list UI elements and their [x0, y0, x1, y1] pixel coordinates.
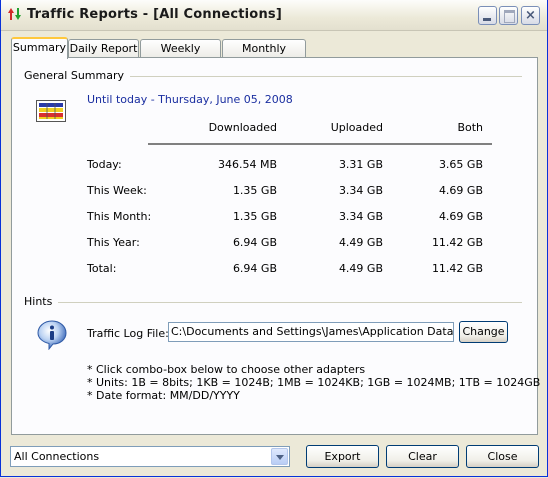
traffic-reports-window: Traffic Reports - [All Connections] × Su… — [0, 0, 548, 477]
hint-line-date-format: * Date format: MM/DD/YYYY — [87, 389, 240, 402]
date-range-text: Until today - Thursday, June 05, 2008 — [87, 93, 293, 106]
hint-line-adapters: * Click combo-box below to choose other … — [87, 363, 366, 376]
tab-summary[interactable]: Summary — [11, 37, 68, 59]
header-separator — [148, 143, 492, 145]
traffic-arrows-icon — [8, 8, 21, 20]
close-window-button[interactable]: × — [521, 6, 540, 25]
cell-today-downloaded: 346.54 MB — [217, 158, 277, 171]
hint-line-units: * Units: 1B = 8bits; 1KB = 1024B; 1MB = … — [87, 376, 541, 389]
cell-week-downloaded: 1.35 GB — [232, 184, 277, 197]
maximize-button[interactable] — [499, 6, 518, 25]
cell-total-both: 11.42 GB — [431, 262, 483, 275]
traffic-log-file-label: Traffic Log File: — [87, 327, 169, 340]
tab-monthly-report[interactable]: Monthly Report — [222, 39, 306, 72]
hints-divider — [25, 302, 522, 303]
window-title: Traffic Reports - [All Connections] — [27, 7, 282, 22]
row-label-total: Total: — [87, 262, 117, 275]
info-icon — [37, 320, 67, 350]
traffic-log-file-field[interactable]: C:\Documents and Settings\James\Applicat… — [168, 322, 454, 342]
cell-month-downloaded: 1.35 GB — [232, 210, 277, 223]
export-button[interactable]: Export — [306, 445, 379, 468]
row-label-this-year: This Year: — [87, 236, 140, 249]
cell-total-uploaded: 4.49 GB — [338, 262, 383, 275]
minimize-button[interactable] — [478, 6, 497, 25]
row-label-this-week: This Week: — [87, 184, 147, 197]
general-summary-heading: General Summary — [24, 69, 131, 82]
chevron-down-icon[interactable] — [271, 448, 288, 465]
row-label-this-month: This Month: — [87, 210, 152, 223]
column-uploaded: Uploaded — [330, 121, 383, 134]
cell-year-downloaded: 6.94 GB — [232, 236, 277, 249]
summary-table-icon — [36, 100, 66, 122]
cell-month-uploaded: 3.34 GB — [338, 210, 383, 223]
close-icon: × — [525, 8, 536, 23]
change-button[interactable]: Change — [459, 321, 508, 343]
hints-heading: Hints — [24, 295, 59, 308]
cell-year-uploaded: 4.49 GB — [338, 236, 383, 249]
cell-total-downloaded: 6.94 GB — [232, 262, 277, 275]
cell-today-uploaded: 3.31 GB — [338, 158, 383, 171]
cell-year-both: 11.42 GB — [431, 236, 483, 249]
cell-week-both: 4.69 GB — [438, 184, 483, 197]
column-both: Both — [457, 121, 483, 134]
cell-today-both: 3.65 GB — [438, 158, 483, 171]
cell-month-both: 4.69 GB — [438, 210, 483, 223]
close-button[interactable]: Close — [466, 445, 539, 468]
cell-week-uploaded: 3.34 GB — [338, 184, 383, 197]
tab-weekly-report[interactable]: Weekly Report — [140, 39, 221, 72]
adapter-selected-value: All Connections — [14, 450, 100, 463]
clear-button[interactable]: Clear — [386, 445, 459, 468]
tab-daily-report[interactable]: Daily Report — [68, 39, 139, 58]
title-bar[interactable]: Traffic Reports - [All Connections] × — [1, 0, 547, 31]
adapter-combo-box[interactable]: All Connections — [10, 446, 290, 467]
row-label-today: Today: — [87, 158, 122, 171]
column-downloaded: Downloaded — [208, 121, 277, 134]
